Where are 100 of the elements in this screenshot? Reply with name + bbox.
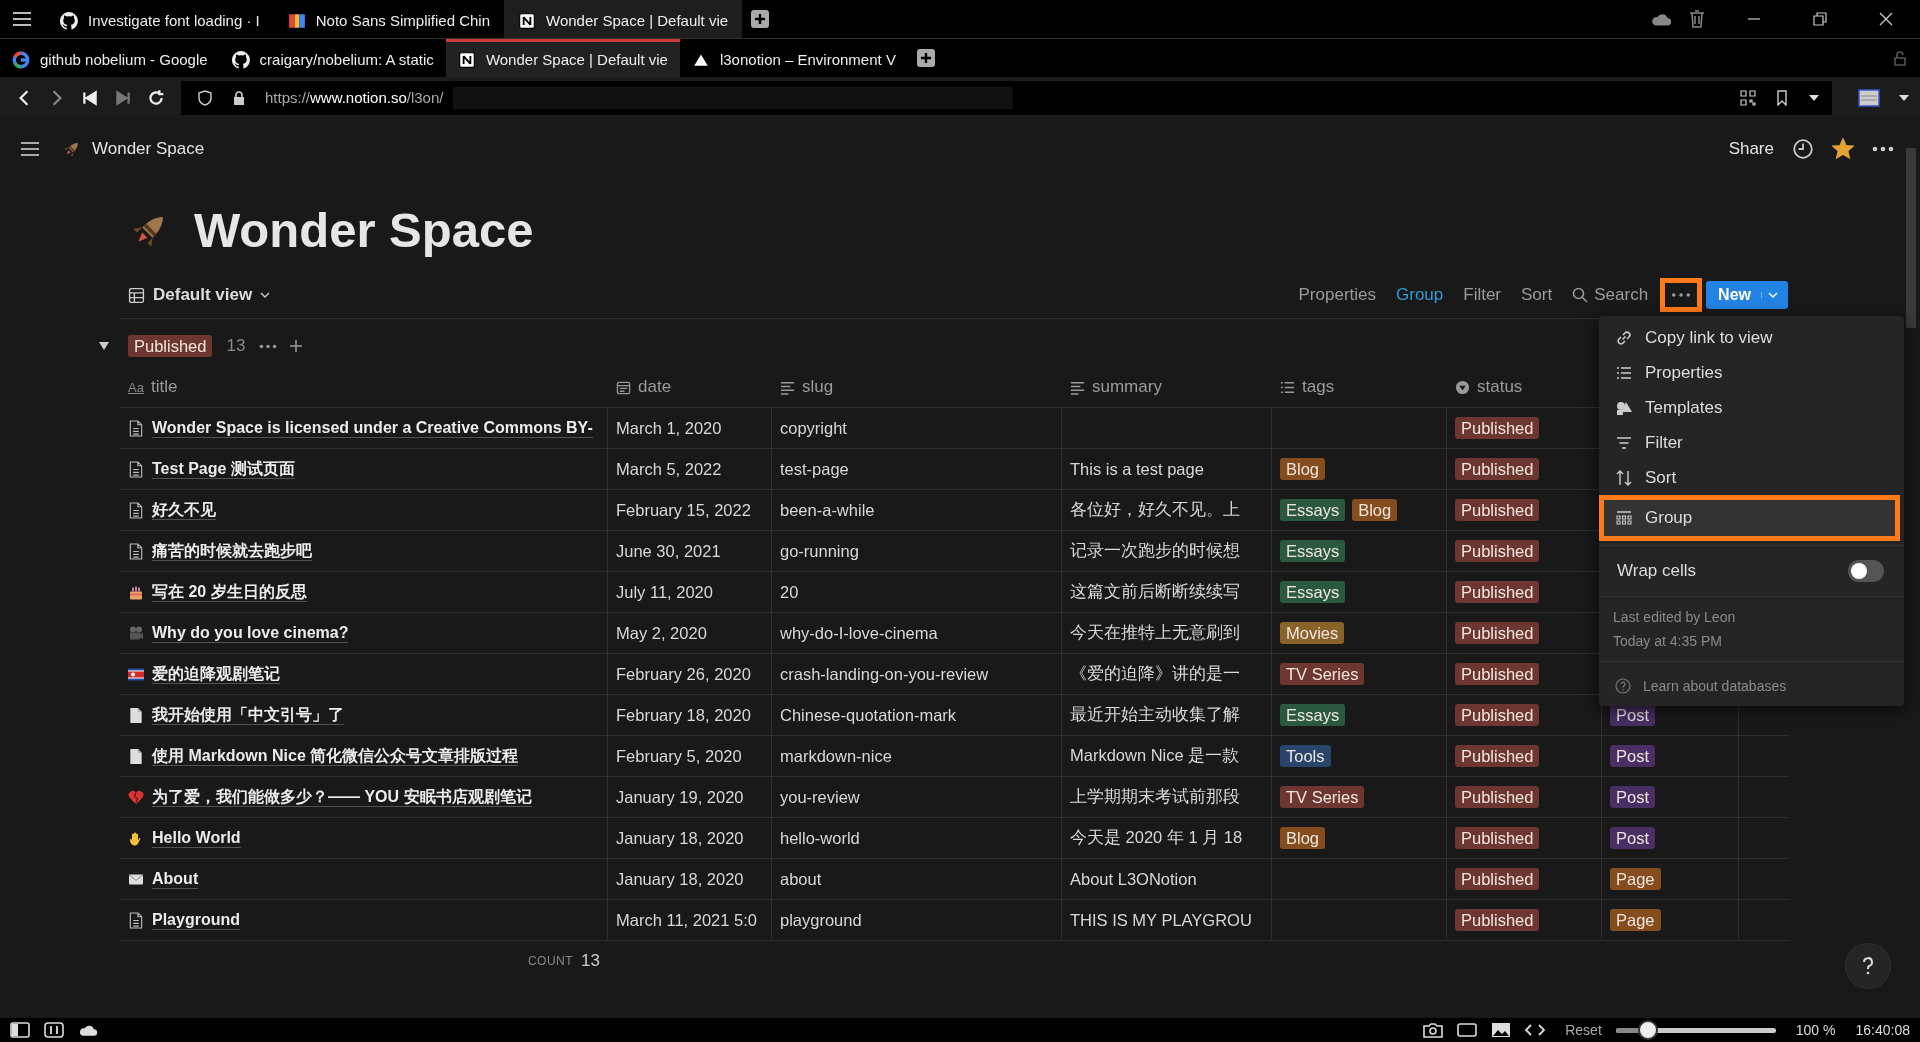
address-field[interactable]: https://www.notion.so/l3on/ [181, 80, 1832, 115]
new-tab-icon[interactable] [750, 9, 771, 29]
star-icon[interactable] [1832, 138, 1854, 160]
page-title-link[interactable]: Why do you love cinema? [152, 622, 349, 644]
slug-text: Chinese-quotation-mark [780, 705, 957, 725]
collapse-toggle-icon[interactable] [98, 340, 110, 352]
summary-text: 记录一次跑步的时候想 [1070, 540, 1240, 561]
browser-tab[interactable]: l3onotion – Environment V [679, 39, 908, 77]
search-button[interactable]: Search [1572, 285, 1649, 305]
menu-item[interactable]: Sort [1599, 460, 1904, 495]
scrollbar[interactable] [1906, 148, 1916, 328]
column-header[interactable]: tags [1272, 367, 1447, 407]
new-button[interactable]: New [1706, 281, 1788, 309]
page-title-link[interactable]: 为了爱，我们能做多少？—— YOU 安眠书店观剧笔记 [152, 786, 532, 808]
more-button[interactable] [1660, 278, 1703, 312]
status-tag: Published [1455, 539, 1540, 563]
tag: Blog [1352, 498, 1398, 522]
menu-icon[interactable] [12, 11, 32, 27]
menu-item[interactable]: Filter [1599, 425, 1904, 460]
more-icon[interactable] [259, 343, 278, 349]
date-text: July 11, 2020 [616, 582, 713, 602]
breadcrumb-link[interactable]: Wonder Space [92, 139, 205, 159]
add-icon[interactable] [289, 339, 304, 353]
dropdown-circle-icon [1455, 379, 1470, 395]
reload-icon[interactable] [147, 88, 165, 107]
page-title-link[interactable]: 痛苦的时候就去跑步吧 [152, 540, 312, 562]
browser-tab[interactable]: Wonder Space | Default vie [504, 0, 743, 38]
summary-text: 今天是 2020 年 1 月 18 [1070, 827, 1243, 848]
group-count: 13 [226, 336, 246, 356]
document-icon [128, 419, 144, 437]
bookmark-icon[interactable] [1774, 89, 1790, 106]
wrap-cells-label: Wrap cells [1617, 561, 1697, 581]
window-icon[interactable] [1457, 1022, 1478, 1038]
chevron-icon [1761, 292, 1778, 298]
tabs-icon[interactable] [44, 1022, 64, 1038]
menu-item[interactable]: Group [1599, 495, 1900, 541]
rewind-icon[interactable] [81, 88, 99, 107]
date-text: January 19, 2020 [616, 787, 744, 807]
status-tag: Published [1455, 867, 1540, 891]
page-title-link[interactable]: 爱的迫降观剧笔记 [152, 663, 280, 685]
type-tag: Post [1610, 826, 1656, 850]
column-header[interactable]: Aa title [120, 367, 608, 407]
wrap-cells-toggle[interactable] [1848, 560, 1884, 582]
share-button[interactable]: Share [1728, 139, 1774, 159]
close-icon[interactable] [1878, 11, 1894, 27]
document-icon [128, 460, 144, 478]
page-title-link[interactable]: 写在 20 岁生日的反思 [152, 581, 307, 603]
dropdown-icon[interactable] [1898, 93, 1910, 102]
page-title-link[interactable]: About [152, 868, 199, 890]
page-title-link[interactable]: Test Page 测试页面 [152, 458, 295, 480]
toolbar-button[interactable]: Group [1396, 285, 1444, 305]
page-title-link[interactable]: Hello World [152, 827, 241, 849]
page-title-link[interactable]: 好久不见 [152, 499, 216, 521]
panel-icon[interactable] [1858, 88, 1880, 107]
tag: Blog [1280, 826, 1326, 850]
toolbar-button[interactable]: Sort [1521, 285, 1553, 305]
summary-text: This is a test page [1070, 459, 1204, 479]
menu-item[interactable]: Templates [1599, 390, 1904, 425]
slug-text: playground [780, 910, 862, 930]
menu-icon[interactable] [20, 141, 40, 157]
new-tab-icon[interactable] [915, 48, 936, 68]
dropdown-icon[interactable] [1808, 93, 1820, 102]
tag: TV Series [1280, 662, 1365, 686]
help-link[interactable]: Learn about databases [1599, 666, 1904, 706]
menu-item[interactable]: Properties [1599, 355, 1904, 390]
column-header[interactable]: slug [772, 367, 1062, 407]
octocat-icon [231, 50, 250, 69]
view-selector[interactable]: Default view [128, 285, 271, 305]
page-title-link[interactable]: Wonder Space is licensed under a Creative Commons BY- [152, 417, 593, 439]
zoom-slider-thumb[interactable] [1637, 1019, 1658, 1040]
browser-tab[interactable]: Noto Sans Simplified Chin [273, 0, 505, 38]
menu-item[interactable]: Copy link to view [1599, 320, 1904, 355]
slug-text: hello-world [780, 828, 860, 848]
image-icon[interactable] [1491, 1022, 1512, 1038]
camera-icon[interactable] [1423, 1022, 1444, 1038]
more-icon[interactable] [1872, 146, 1894, 152]
column-header[interactable]: summary [1062, 367, 1272, 407]
restore-icon[interactable] [1812, 11, 1828, 27]
google-icon [12, 50, 30, 69]
status-tag: Published [1455, 826, 1540, 850]
page-title-link[interactable]: Playground [152, 909, 240, 931]
status-tag: Published [1455, 498, 1540, 522]
browser-tab[interactable]: craigary/nobelium: A static [219, 39, 446, 77]
code-icon[interactable] [1525, 1022, 1546, 1038]
column-header[interactable]: date [608, 367, 772, 407]
toolbar-button[interactable]: Properties [1298, 285, 1376, 305]
lock-icon[interactable] [1892, 50, 1908, 66]
fast-forward-icon[interactable] [114, 88, 132, 107]
tag: Essays [1280, 703, 1346, 727]
reset-button[interactable]: Reset [1565, 1022, 1602, 1038]
qr-code-icon[interactable] [1740, 89, 1756, 106]
browser-tab[interactable]: github nobelium - Google [0, 39, 220, 77]
clock-icon[interactable] [1792, 138, 1814, 160]
page-title-link[interactable]: 我开始使用「中文引号」了 [152, 704, 344, 726]
page-title-link[interactable]: 使用 Markdown Nice 简化微信公众号文章排版过程 [152, 745, 519, 767]
help-button[interactable] [1846, 944, 1890, 988]
toolbar-button[interactable]: Filter [1463, 285, 1502, 305]
browser-tab[interactable]: Investigate font loading · I [46, 0, 274, 38]
column-header[interactable]: status [1447, 367, 1602, 407]
browser-tab[interactable]: Wonder Space | Default vie [445, 39, 680, 77]
